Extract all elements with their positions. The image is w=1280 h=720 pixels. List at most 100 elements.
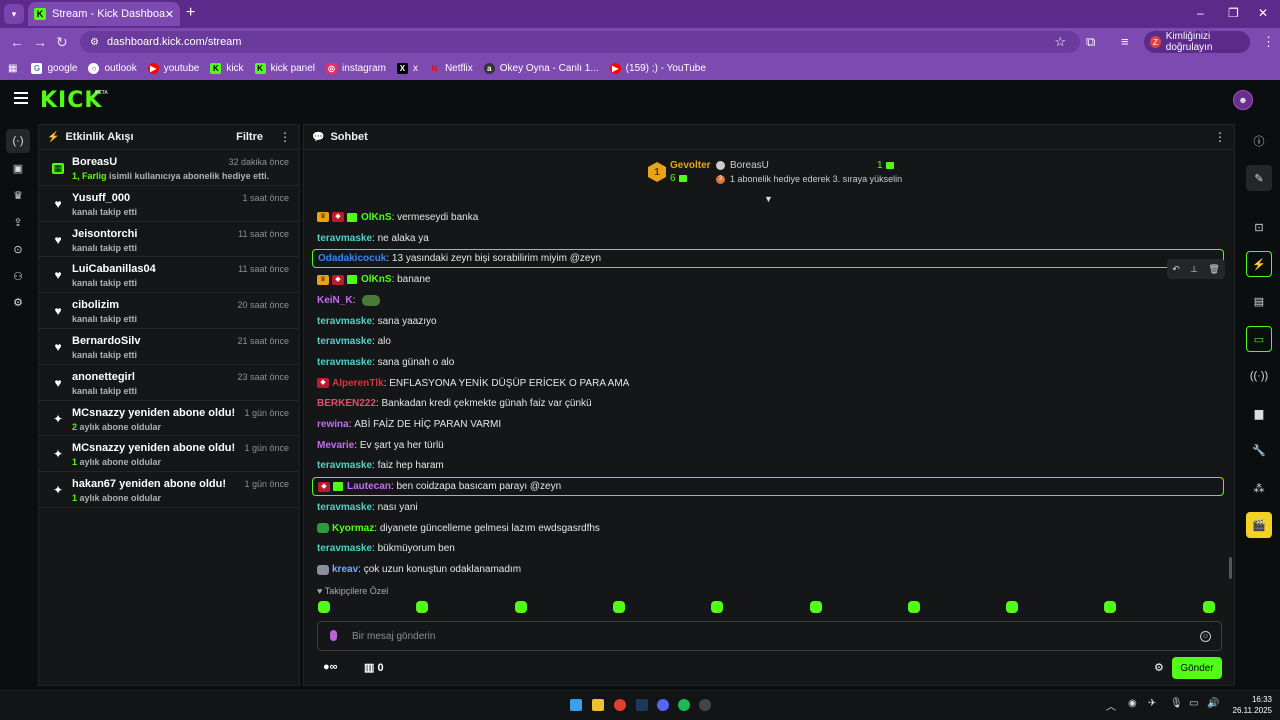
emote-icon[interactable] bbox=[1104, 601, 1117, 613]
emote-icon[interactable] bbox=[1202, 601, 1215, 613]
chat-message[interactable]: ♛ ◆ OlKnS: banane bbox=[312, 269, 1224, 290]
chat-username[interactable]: KeiN_K bbox=[317, 295, 353, 306]
analytics-icon[interactable]: ▣ bbox=[8, 158, 28, 178]
tools-icon[interactable]: 🔧 bbox=[1246, 437, 1272, 463]
gift-leaderboard[interactable]: 1 Gevolter 6 BoreasU 1 3 1 abonelik hedi… bbox=[644, 158, 904, 194]
extensions-icon[interactable]: ⧉ bbox=[1086, 34, 1095, 50]
chat-message[interactable]: BERKEN222: Bankadan kredi çekmekte günah… bbox=[312, 394, 1224, 415]
chat-message[interactable]: teravmaske: bükmüyorum ben bbox=[312, 539, 1224, 560]
chat-username[interactable]: Kyormaz bbox=[332, 523, 374, 534]
chat-message[interactable]: teravmaske: sana yaazıyo bbox=[312, 311, 1224, 332]
activity-item[interactable]: ♥ cibolizim kanalı takip etti 20 saat önce bbox=[39, 293, 299, 329]
emoji-icon[interactable]: ☺ bbox=[1200, 631, 1211, 642]
bookmark-x[interactable]: Xx bbox=[396, 62, 418, 74]
steam-icon[interactable] bbox=[636, 699, 648, 711]
chat-message[interactable]: teravmaske: alo bbox=[312, 331, 1224, 352]
hamburger-menu-icon[interactable] bbox=[14, 92, 28, 104]
send-button[interactable]: Gönder bbox=[1172, 657, 1222, 679]
focus-icon[interactable]: ⊡ bbox=[1246, 214, 1272, 240]
chat-input[interactable]: Bir mesaj gönderin ☺ bbox=[317, 621, 1222, 651]
discord-icon[interactable] bbox=[657, 699, 669, 711]
activity-item[interactable]: ♥ Jeisontorchi kanalı takip etti 11 saat ön… bbox=[39, 222, 299, 258]
microphone-icon[interactable] bbox=[330, 630, 337, 641]
chrome-icon[interactable] bbox=[614, 699, 626, 711]
chat-username[interactable]: teravmaske bbox=[317, 543, 372, 554]
chat-username[interactable]: Lautecan bbox=[347, 481, 391, 492]
emote-icon[interactable] bbox=[416, 601, 429, 613]
filter-button[interactable]: Filtre bbox=[236, 131, 263, 143]
edit-icon[interactable]: ✎ bbox=[1246, 165, 1272, 191]
chat-message[interactable]: teravmaske: sana günah o alo bbox=[312, 352, 1224, 373]
activity-item[interactable]: ✦ MCsnazzy yeniden abone oldu! 1 aylık abo… bbox=[39, 436, 299, 473]
tab-close-icon[interactable]: ✕ bbox=[165, 8, 174, 21]
chat-username[interactable]: teravmaske bbox=[317, 460, 372, 471]
minimize-icon[interactable]: – bbox=[1197, 6, 1204, 20]
bookmark-okey[interactable]: a Okey Oyna - Canlı 1... bbox=[483, 62, 599, 74]
activity-item[interactable]: ♥ anonettegirl kanalı takip etti 23 saat ön… bbox=[39, 365, 299, 401]
reply-icon[interactable]: ↶ bbox=[1172, 264, 1180, 275]
chat-username[interactable]: teravmaske bbox=[317, 502, 372, 513]
settings-icon[interactable]: ⚙ bbox=[8, 292, 28, 312]
file-explorer-icon[interactable] bbox=[592, 699, 604, 711]
store-icon[interactable]: ▥ 0 bbox=[364, 661, 384, 674]
more-options-icon[interactable]: ⋮ bbox=[279, 130, 291, 144]
chat-username[interactable]: OlKnS bbox=[361, 274, 392, 285]
chat-message[interactable]: ◆ AlperenTlk: ENFLASYONA YENİK DÜŞÜP ERİC… bbox=[312, 373, 1224, 394]
bookmark-kick[interactable]: Kkick bbox=[210, 62, 244, 74]
upload-icon[interactable]: ⇪ bbox=[8, 212, 28, 232]
bookmark-netflix[interactable]: N Netflix bbox=[428, 62, 473, 74]
chat-username[interactable]: teravmaske bbox=[317, 316, 372, 327]
chat-username[interactable]: rewina bbox=[317, 419, 349, 430]
chat-message[interactable]: Odadakicocuk: 13 yasındaki zeyn bişi sor… bbox=[312, 249, 1224, 269]
notes-icon[interactable]: ▤ bbox=[1246, 288, 1272, 314]
chat-username[interactable]: kreav bbox=[332, 564, 358, 575]
forward-icon[interactable]: → bbox=[33, 34, 47, 50]
broadcast-toggle-icon[interactable]: ((·)) bbox=[1246, 363, 1272, 389]
chat-message[interactable]: KeiN_K: bbox=[312, 290, 1224, 311]
bookmark-kick-panel[interactable]: Kkick panel bbox=[254, 62, 315, 74]
tray-app-icon[interactable]: ◉ bbox=[1128, 698, 1137, 709]
info-icon[interactable]: ⓘ bbox=[1246, 128, 1272, 154]
kick-logo[interactable]: KICK bbox=[40, 90, 102, 112]
tab-search-button[interactable]: ▾ bbox=[4, 4, 24, 24]
browser-tab[interactable]: K Stream - Kick Dashboard ✕ bbox=[28, 2, 180, 26]
emote-icon[interactable] bbox=[318, 601, 330, 613]
integrations-icon[interactable]: ⁂ bbox=[1246, 475, 1272, 501]
chat-scrollbar[interactable] bbox=[1229, 557, 1232, 579]
chat-message[interactable]: ◆ Lautecan: ben coidzapa basıcam parayı @… bbox=[312, 477, 1224, 497]
reload-icon[interactable]: ↻ bbox=[56, 34, 68, 50]
activity-item[interactable]: ♥ BernardoSilv kanalı takip etti 21 saat ön… bbox=[39, 329, 299, 365]
user-avatar[interactable]: ☻ bbox=[1233, 90, 1253, 110]
chat-message[interactable]: Mevarie: Ev şart ya her türlü bbox=[312, 435, 1224, 456]
emote-icon[interactable] bbox=[809, 601, 822, 613]
bookmark-youtube[interactable]: ▶ youtube bbox=[147, 62, 199, 74]
chat-message[interactable]: Kyormaz: diyanete güncelleme gelmesi laz… bbox=[312, 518, 1224, 539]
chat-username[interactable]: Odadakicocuk bbox=[318, 253, 386, 264]
system-clock[interactable]: 16:33 26.11.2025 bbox=[1230, 694, 1272, 716]
tray-volume-icon[interactable]: 🔊 bbox=[1207, 698, 1219, 709]
spotify-icon[interactable] bbox=[678, 699, 690, 711]
activity-item[interactable]: ✦ hakan67 yeniden abone oldu! 1 aylık abon… bbox=[39, 472, 299, 508]
printer-icon[interactable]: ▆ bbox=[1246, 400, 1272, 426]
channel-points-icon[interactable]: ●∞ bbox=[323, 661, 338, 673]
tray-mic-icon[interactable]: 🎙 bbox=[1170, 698, 1183, 709]
broadcast-icon[interactable]: ⊙ bbox=[8, 239, 28, 259]
chat-username[interactable]: Mevarie bbox=[317, 440, 354, 451]
close-window-icon[interactable]: ✕ bbox=[1258, 6, 1268, 20]
activity-item[interactable]: ✦ MCsnazzy yeniden abone oldu! 2 aylık abo… bbox=[39, 401, 299, 437]
profile-button[interactable]: Z Kimliğinizi doğrulayın bbox=[1144, 31, 1250, 53]
emote-icon[interactable] bbox=[711, 601, 724, 613]
pin-icon[interactable]: ⊥ bbox=[1190, 264, 1198, 275]
delete-icon[interactable]: 🗑 bbox=[1208, 264, 1219, 275]
chat-message[interactable]: teravmaske: faiz hep haram bbox=[312, 456, 1224, 477]
chat-username[interactable]: OlKnS bbox=[361, 212, 392, 223]
chat-username[interactable]: BERKEN222 bbox=[317, 398, 376, 409]
windows-start-icon[interactable] bbox=[570, 699, 582, 711]
apps-icon[interactable]: ▦ bbox=[8, 63, 17, 74]
chat-username[interactable]: teravmaske bbox=[317, 233, 372, 244]
activity-item[interactable]: ♥ Yusuff_000 kanalı takip etti 1 saat önce bbox=[39, 186, 299, 222]
back-icon[interactable]: ← bbox=[10, 34, 24, 50]
bookmark-google[interactable]: Ggoogle bbox=[31, 62, 77, 74]
activity-item[interactable]: ♥ LuiCabanillas04 kanalı takip etti 11 saat… bbox=[39, 257, 299, 294]
activity-item[interactable]: ▦ BoreasU 1, Farlig isimli kullanıcıya abo… bbox=[39, 150, 299, 186]
